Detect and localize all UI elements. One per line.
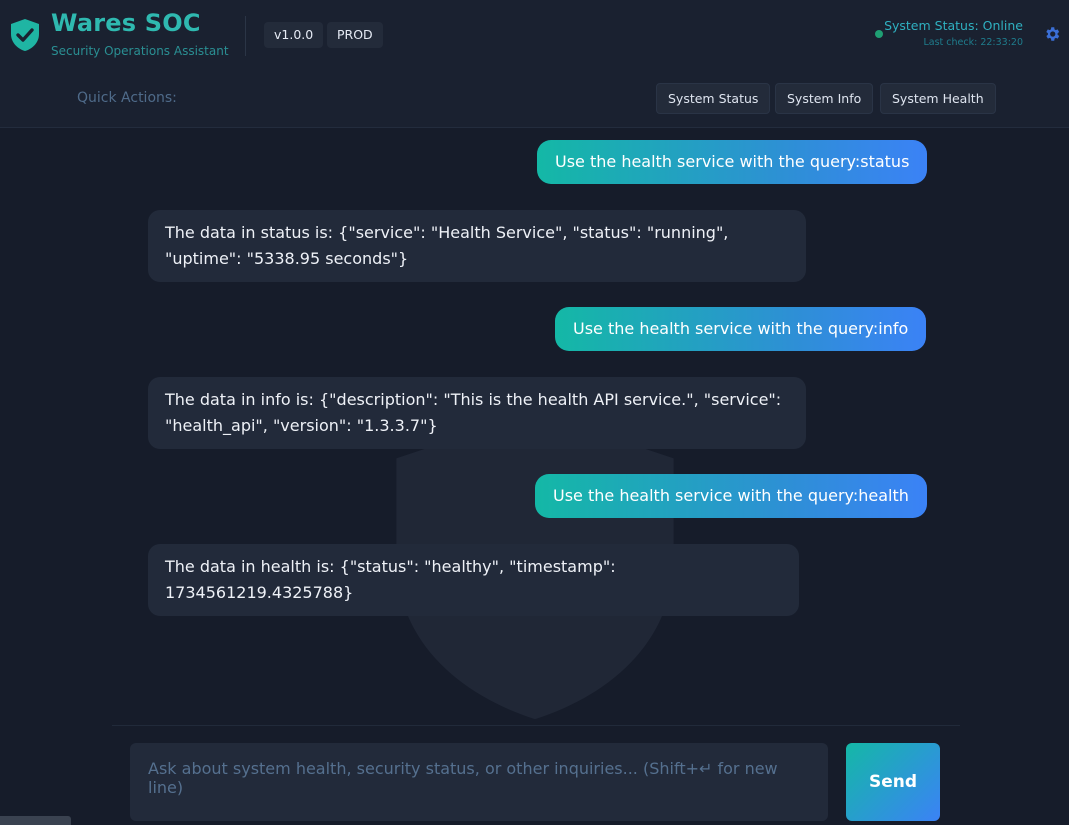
shield-check-icon xyxy=(11,19,39,51)
message-input[interactable] xyxy=(130,743,828,821)
chat-messages: Use the health service with the query:st… xyxy=(0,129,1069,725)
gear-icon[interactable] xyxy=(1043,25,1061,43)
system-health-button[interactable]: System Health xyxy=(880,83,996,114)
app-subtitle: Security Operations Assistant xyxy=(51,44,229,58)
assistant-message: The data in info is: {"description": "Th… xyxy=(148,377,806,449)
last-check-time: Last check: 22:33:20 xyxy=(923,37,1023,48)
status-indicator-dot xyxy=(875,30,883,38)
send-button[interactable]: Send xyxy=(846,743,940,821)
window-corner-tab xyxy=(0,816,71,825)
user-message: Use the health service with the query:in… xyxy=(555,307,927,351)
app-header: Wares SOC Security Operations Assistant … xyxy=(0,0,1069,128)
environment-badge: PROD xyxy=(327,22,383,48)
quick-actions-label: Quick Actions: xyxy=(77,90,177,106)
user-message: Use the health service with the query:st… xyxy=(537,140,928,184)
system-status-text: System Status: Online xyxy=(884,18,1023,33)
version-badge: v1.0.0 xyxy=(264,22,324,48)
assistant-message: The data in health is: {"status": "healt… xyxy=(148,544,799,616)
user-message: Use the health service with the query:he… xyxy=(535,474,927,518)
system-status-button[interactable]: System Status xyxy=(656,83,771,114)
app-title: Wares SOC xyxy=(51,9,201,37)
header-divider xyxy=(245,16,246,56)
assistant-message: The data in status is: {"service": "Heal… xyxy=(148,210,806,282)
system-info-button[interactable]: System Info xyxy=(775,83,874,114)
